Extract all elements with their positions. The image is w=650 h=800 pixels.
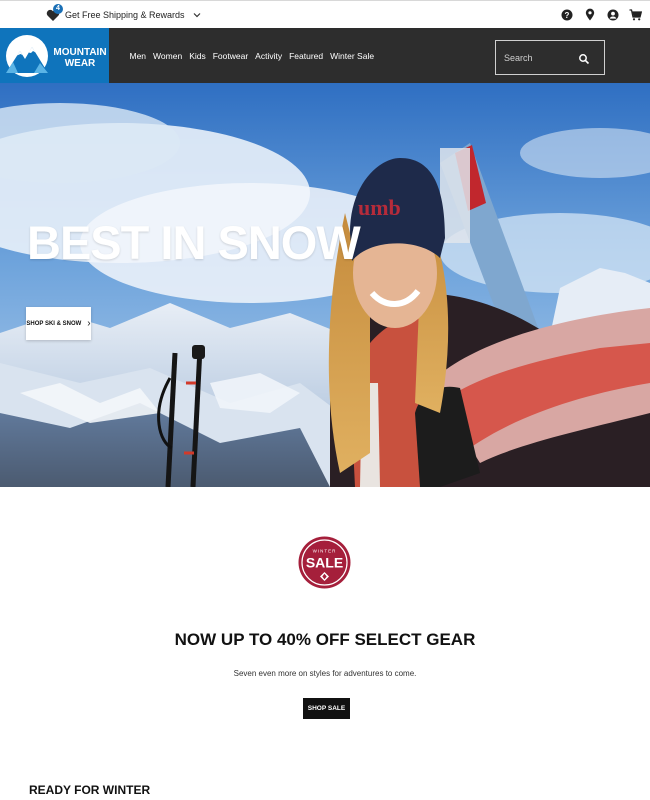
nav-item-winter-sale[interactable]: Winter Sale <box>330 51 374 61</box>
hero-image: umb <box>0 83 650 487</box>
shop-sale-button[interactable]: SHOP SALE <box>303 698 350 719</box>
search-box <box>495 40 605 75</box>
nav-item-footwear[interactable]: Footwear <box>213 51 248 61</box>
main-navigation: MOUNTAIN WEAR Men Women Kids Footwear Ac… <box>0 28 650 83</box>
brand-wordmark: MOUNTAIN WEAR <box>52 47 108 69</box>
location-icon[interactable] <box>581 6 598 23</box>
sale-headline: NOW UP TO 40% OFF SELECT GEAR <box>174 630 476 649</box>
shop-ski-snow-button[interactable]: SHOP SKI & SNOW › <box>26 307 91 340</box>
sale-subtext: Seven even more on styles for adventures… <box>233 669 417 678</box>
search-input[interactable] <box>496 41 576 74</box>
beanie-logo-text: umb <box>358 195 401 220</box>
rewards-count-badge: 4 <box>53 4 63 14</box>
heart-rewards-icon: 4 <box>46 4 63 22</box>
brand-logo[interactable]: MOUNTAIN WEAR <box>0 28 109 83</box>
shipping-rewards-promo[interactable]: 4 Get Free Shipping & Rewards <box>46 4 201 25</box>
svg-text:?: ? <box>564 11 569 20</box>
winter-sale-badge: WINTER SALE <box>298 536 351 589</box>
help-icon[interactable]: ? <box>558 6 575 23</box>
hero-title: BEST IN SNOW <box>27 216 361 269</box>
cart-icon[interactable] <box>627 6 644 23</box>
shop-ski-snow-label: SHOP SKI & SNOW <box>26 320 82 327</box>
hero-banner: umb BEST IN SNOW SHOP SKI & SNOW › <box>0 83 650 487</box>
section-title: READY FOR WINTER <box>29 783 151 797</box>
badge-top-text: WINTER <box>313 549 337 554</box>
brand-line-1: MOUNTAIN <box>53 47 107 58</box>
chevron-down-icon <box>193 13 200 18</box>
chevron-right-icon: › <box>87 318 91 329</box>
search-icon[interactable] <box>578 52 590 65</box>
nav-item-activity[interactable]: Activity <box>255 51 282 61</box>
nav-item-women[interactable]: Women <box>153 51 182 61</box>
mountain-logo-icon <box>6 35 48 77</box>
account-icon[interactable] <box>604 6 621 23</box>
utility-bar: 4 Get Free Shipping & Rewards ? <box>0 0 650 28</box>
brand-line-2: WEAR <box>64 58 96 69</box>
nav-item-men[interactable]: Men <box>130 51 147 61</box>
promo-label: Get Free Shipping & Rewards <box>65 10 185 20</box>
nav-item-kids[interactable]: Kids <box>189 51 206 61</box>
category-nav: Men Women Kids Footwear Activity Feature… <box>126 28 378 83</box>
nav-item-featured[interactable]: Featured <box>289 51 323 61</box>
badge-main-text: SALE <box>306 555 343 571</box>
